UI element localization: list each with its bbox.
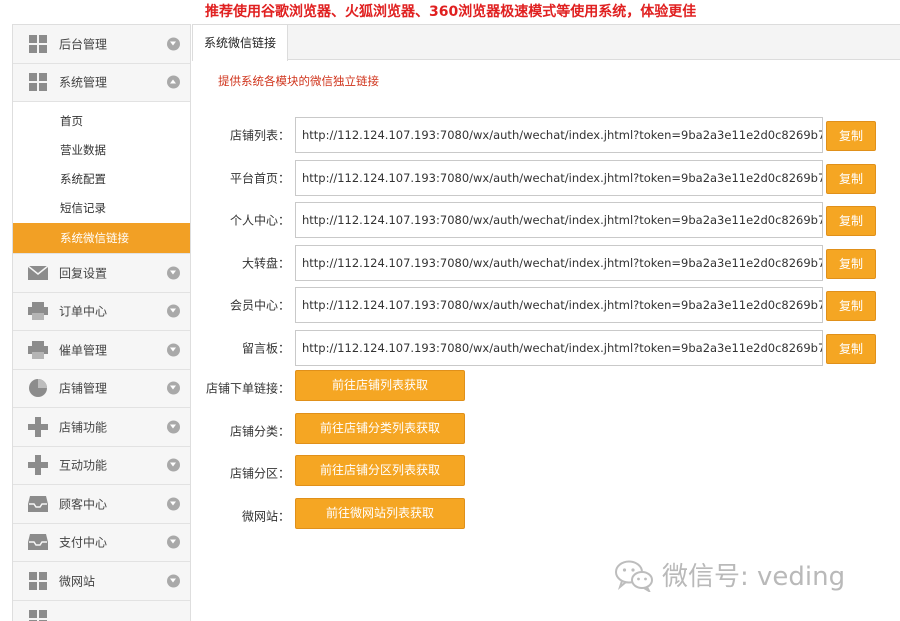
chevron-down-icon[interactable] xyxy=(167,304,180,318)
sidebar-item-label: 后台管理 xyxy=(59,37,108,52)
plus-icon xyxy=(28,416,48,437)
link-label: 平台首页： xyxy=(229,171,290,186)
link-url-field[interactable]: http://112.124.107.193:7080/wx/auth/wech… xyxy=(295,245,823,281)
action-row-store-zone: 店铺分区： 前往店铺分区列表获取 xyxy=(192,455,900,491)
link-url-field[interactable]: http://112.124.107.193:7080/wx/auth/wech… xyxy=(295,330,823,366)
go-store-category-list-button[interactable]: 前往店铺分类列表获取 xyxy=(295,413,465,444)
printer-icon xyxy=(28,340,48,360)
sidebar-item-label: 微网站 xyxy=(59,574,96,589)
submenu-item-sms-records[interactable]: 短信记录 xyxy=(13,194,190,223)
chevron-down-icon[interactable] xyxy=(167,266,180,280)
action-label: 店铺分类： xyxy=(229,424,290,439)
link-url-field[interactable]: http://112.124.107.193:7080/wx/auth/wech… xyxy=(295,160,823,196)
go-store-list-button[interactable]: 前往店铺列表获取 xyxy=(295,370,465,401)
sidebar-item-reminder-management[interactable]: 催单管理 xyxy=(13,331,190,370)
link-row-message-board: 留言板： http://112.124.107.193:7080/wx/auth… xyxy=(192,330,900,366)
sidebar-item-label: 催单管理 xyxy=(59,343,108,358)
mail-icon xyxy=(28,263,48,283)
link-url-field[interactable]: http://112.124.107.193:7080/wx/auth/wech… xyxy=(295,287,823,323)
wechat-logo-icon xyxy=(614,558,654,594)
go-micro-site-list-button[interactable]: 前往微网站列表获取 xyxy=(295,498,465,529)
sidebar-item-system[interactable]: 系统管理 xyxy=(13,63,190,102)
chevron-up-icon[interactable] xyxy=(167,75,180,89)
link-url-field[interactable]: http://112.124.107.193:7080/wx/auth/wech… xyxy=(295,117,823,153)
chevron-down-icon[interactable] xyxy=(167,458,180,472)
action-label: 微网站： xyxy=(241,509,290,524)
tab-bar: 系统微信链接 xyxy=(192,24,900,61)
submenu-item-business-data[interactable]: 营业数据 xyxy=(13,136,190,165)
action-row-micro-site: 微网站： 前往微网站列表获取 xyxy=(192,498,900,534)
link-label: 大转盘： xyxy=(241,256,290,271)
link-label: 会员中心： xyxy=(229,298,290,313)
sidebar-item-payment-center[interactable]: 支付中心 xyxy=(13,523,190,562)
link-label: 个人中心： xyxy=(229,213,290,228)
sidebar-item-store-functions[interactable]: 店铺功能 xyxy=(13,408,190,447)
go-store-zone-list-button[interactable]: 前往店铺分区列表获取 xyxy=(295,455,465,486)
link-row-platform-home: 平台首页： http://112.124.107.193:7080/wx/aut… xyxy=(192,160,900,196)
sidebar-item-customer-center[interactable]: 顾客中心 xyxy=(13,485,190,524)
grid-icon xyxy=(28,34,48,54)
action-row-store-category: 店铺分类： 前往店铺分类列表获取 xyxy=(192,413,900,449)
sidebar-item-label: 回复设置 xyxy=(59,266,108,281)
submenu-item-wechat-links[interactable]: 系统微信链接 xyxy=(13,223,190,253)
sidebar-item-label: 互动功能 xyxy=(59,458,108,473)
link-row-member-center: 会员中心： http://112.124.107.193:7080/wx/aut… xyxy=(192,287,900,323)
copy-button[interactable]: 复制 xyxy=(826,164,876,194)
submenu-item-home[interactable]: 首页 xyxy=(13,107,190,136)
sidebar-item-label: 顾客中心 xyxy=(59,497,108,512)
chevron-down-icon[interactable] xyxy=(167,535,180,549)
copy-button[interactable]: 复制 xyxy=(826,334,876,364)
chevron-down-icon[interactable] xyxy=(167,574,180,588)
submenu-item-system-config[interactable]: 系统配置 xyxy=(13,165,190,194)
copy-button[interactable]: 复制 xyxy=(826,291,876,321)
action-label: 店铺下单链接： xyxy=(205,381,290,396)
copy-button[interactable]: 复制 xyxy=(826,249,876,279)
sidebar: 后台管理 系统管理 首页 营业数据 系统配置 短信记录 系统微信链接 回复设置 … xyxy=(12,24,191,621)
sidebar-item-order-center[interactable]: 订单中心 xyxy=(13,292,190,331)
chevron-down-icon[interactable] xyxy=(167,37,180,51)
main-content: 系统微信链接 提供系统各模块的微信独立链接 店铺列表： http://112.1… xyxy=(192,24,900,621)
chevron-down-icon[interactable] xyxy=(167,343,180,357)
link-label: 留言板： xyxy=(241,341,290,356)
sidebar-item-reply-settings[interactable]: 回复设置 xyxy=(13,254,190,293)
system-submenu: 首页 营业数据 系统配置 短信记录 系统微信链接 xyxy=(13,102,190,254)
sidebar-item-label: 支付中心 xyxy=(59,535,108,550)
sidebar-item-label: 店铺功能 xyxy=(59,420,108,435)
sidebar-item-micro-site[interactable]: 微网站 xyxy=(13,562,190,601)
sidebar-item-more[interactable] xyxy=(13,600,190,621)
grid-icon xyxy=(28,609,48,621)
grid-icon xyxy=(28,571,48,591)
watermark-text: 微信号: veding xyxy=(662,562,846,592)
sidebar-item-label: 系统管理 xyxy=(59,75,108,90)
action-label: 店铺分区： xyxy=(229,466,290,481)
browser-recommendation-notice: 推荐使用谷歌浏览器、火狐浏览器、360浏览器极速模式等使用系统，体验更佳 xyxy=(205,4,697,20)
sidebar-item-store-management[interactable]: 店铺管理 xyxy=(13,369,190,408)
tab-system-wechat-links[interactable]: 系统微信链接 xyxy=(192,24,288,61)
sidebar-item-backend[interactable]: 后台管理 xyxy=(13,25,190,64)
chevron-down-icon[interactable] xyxy=(167,497,180,511)
plus-icon xyxy=(28,455,48,476)
sidebar-item-label: 订单中心 xyxy=(59,304,108,319)
copy-button[interactable]: 复制 xyxy=(826,121,876,151)
link-label: 店铺列表： xyxy=(229,128,290,143)
link-row-personal-center: 个人中心： http://112.124.107.193:7080/wx/aut… xyxy=(192,202,900,238)
page-description: 提供系统各模块的微信独立链接 xyxy=(218,74,379,88)
chevron-down-icon[interactable] xyxy=(167,420,180,434)
chevron-down-icon[interactable] xyxy=(167,381,180,395)
link-url-field[interactable]: http://112.124.107.193:7080/wx/auth/wech… xyxy=(295,202,823,238)
pie-chart-icon xyxy=(28,378,48,398)
printer-icon xyxy=(28,301,48,321)
action-row-store-order-link: 店铺下单链接： 前往店铺列表获取 xyxy=(192,370,900,406)
link-row-big-wheel: 大转盘： http://112.124.107.193:7080/wx/auth… xyxy=(192,245,900,281)
grid-icon xyxy=(28,72,48,92)
link-row-store-list: 店铺列表： http://112.124.107.193:7080/wx/aut… xyxy=(192,117,900,153)
wechat-watermark: 微信号: veding xyxy=(614,556,846,594)
inbox-icon xyxy=(28,494,48,514)
inbox-icon xyxy=(28,532,48,552)
sidebar-item-label: 店铺管理 xyxy=(59,381,108,396)
copy-button[interactable]: 复制 xyxy=(826,206,876,236)
sidebar-item-interactive-functions[interactable]: 互动功能 xyxy=(13,446,190,485)
